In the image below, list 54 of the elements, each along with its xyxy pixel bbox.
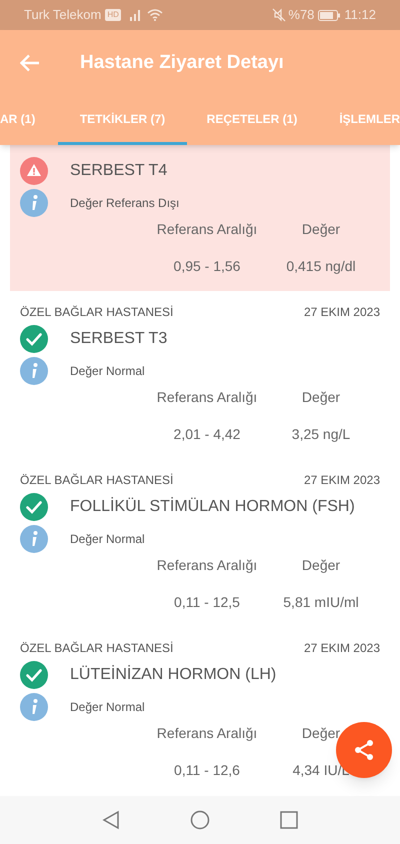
range-value: 0,11 - 12,6 bbox=[174, 761, 240, 780]
wifi-icon bbox=[146, 9, 163, 21]
value-label: Değer bbox=[302, 388, 340, 407]
signal-icon bbox=[128, 9, 143, 21]
check-icon bbox=[20, 493, 48, 521]
result-value: 0,415 ng/dl bbox=[286, 257, 356, 276]
info-icon bbox=[20, 189, 48, 217]
visit-date: 27 EKIM 2023 bbox=[304, 640, 380, 657]
check-icon bbox=[20, 325, 48, 353]
tab[interactable]: İŞLEMLER bbox=[317, 96, 400, 145]
value-label: Değer bbox=[302, 556, 340, 575]
clock-text: 11:12 bbox=[344, 6, 376, 24]
range-value: 0,95 - 1,56 bbox=[174, 257, 240, 276]
visit-date: 27 EKIM 2023 bbox=[304, 304, 380, 321]
result-value: 3,25 ng/L bbox=[292, 425, 350, 444]
home-nav-icon[interactable] bbox=[190, 810, 210, 830]
status-text: Değer Normal bbox=[70, 699, 145, 716]
hospital-name: ÖZEL BAĞLAR HASTANESİ bbox=[20, 640, 174, 657]
info-icon bbox=[20, 357, 48, 385]
info-icon bbox=[20, 525, 48, 553]
status-text: Değer Referans Dışı bbox=[70, 195, 180, 212]
value-label: Değer bbox=[302, 724, 340, 743]
battery-text: %78 bbox=[288, 6, 314, 24]
tab[interactable]: AR (1) bbox=[0, 96, 58, 145]
info-icon bbox=[20, 693, 48, 721]
back-arrow-icon bbox=[20, 54, 40, 72]
battery-icon bbox=[318, 10, 340, 20]
hospital-name: ÖZEL BAĞLAR HASTANESİ bbox=[20, 472, 174, 489]
range-value: 2,01 - 4,42 bbox=[174, 425, 240, 444]
value-label: Değer bbox=[302, 220, 340, 239]
tab[interactable]: REÇETELER (1) bbox=[187, 96, 317, 145]
range-label: Referans Aralığı bbox=[156, 556, 258, 575]
mute-icon bbox=[272, 8, 286, 22]
visit-date: 27 EKIM 2023 bbox=[304, 472, 380, 489]
result-value: 5,81 mIU/ml bbox=[283, 593, 359, 612]
hd-badge: HD bbox=[105, 9, 121, 21]
status-text: Değer Normal bbox=[70, 531, 145, 548]
test-name: SERBEST T4 bbox=[70, 161, 168, 181]
test-name: FOLLİKÜL STİMÜLAN HORMON (FSH) bbox=[70, 496, 355, 517]
test-name: SERBEST T3 bbox=[70, 329, 168, 349]
range-label: Referans Aralığı bbox=[156, 220, 258, 239]
range-label: Referans Aralığı bbox=[156, 388, 258, 407]
share-icon bbox=[353, 739, 375, 761]
range-value: 0,11 - 12,5 bbox=[174, 593, 240, 612]
back-nav-icon[interactable] bbox=[102, 810, 120, 830]
warning-icon bbox=[20, 157, 48, 185]
hospital-name: ÖZEL BAĞLAR HASTANESİ bbox=[20, 304, 174, 321]
range-label: Referans Aralığı bbox=[156, 724, 258, 743]
recents-nav-icon[interactable] bbox=[280, 811, 298, 829]
check-icon bbox=[20, 661, 48, 689]
status-text: Değer Normal bbox=[70, 363, 145, 380]
test-name: LÜTEİNİZAN HORMON (LH) bbox=[70, 664, 276, 685]
carrier-text: Turk Telekom bbox=[24, 6, 102, 24]
screen-title: Hastane Ziyaret Detayı bbox=[80, 50, 284, 75]
